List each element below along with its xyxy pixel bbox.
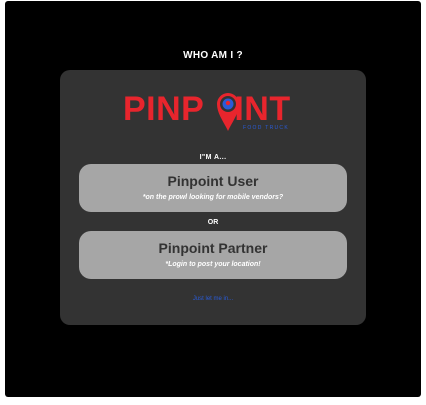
pinpoint-user-subtitle: *on the prowl looking for mobile vendors… <box>142 194 284 201</box>
pinpoint-user-title: Pinpoint User <box>167 173 259 189</box>
pinpoint-partner-subtitle: *Login to post your location! <box>165 261 261 268</box>
logo-tagline: FOOD TRUCK <box>243 125 289 131</box>
logo-text-left: PINP <box>123 90 205 128</box>
logo-text-right: INT <box>234 90 291 128</box>
pinpoint-user-button[interactable]: Pinpoint User *on the prowl looking for … <box>79 164 347 212</box>
pinpoint-partner-button[interactable]: Pinpoint Partner *Login to post your loc… <box>79 231 347 279</box>
app-screen: WHO AM I ? PINP INT FOOD TRUCK I"M A... P… <box>5 1 421 397</box>
or-separator: OR <box>207 219 219 226</box>
pinpoint-logo: PINP INT FOOD TRUCK <box>123 88 303 138</box>
logo-wordmark: PINP INT <box>123 92 291 126</box>
role-prompt: I"M A... <box>199 154 227 161</box>
page-title: WHO AM I ? <box>183 50 243 61</box>
pinpoint-partner-title: Pinpoint Partner <box>158 240 268 256</box>
role-selection-panel: PINP INT FOOD TRUCK I"M A... Pinpoint Use… <box>60 70 366 325</box>
skip-link[interactable]: Just let me in... <box>60 296 366 302</box>
map-pin-icon <box>217 93 239 131</box>
